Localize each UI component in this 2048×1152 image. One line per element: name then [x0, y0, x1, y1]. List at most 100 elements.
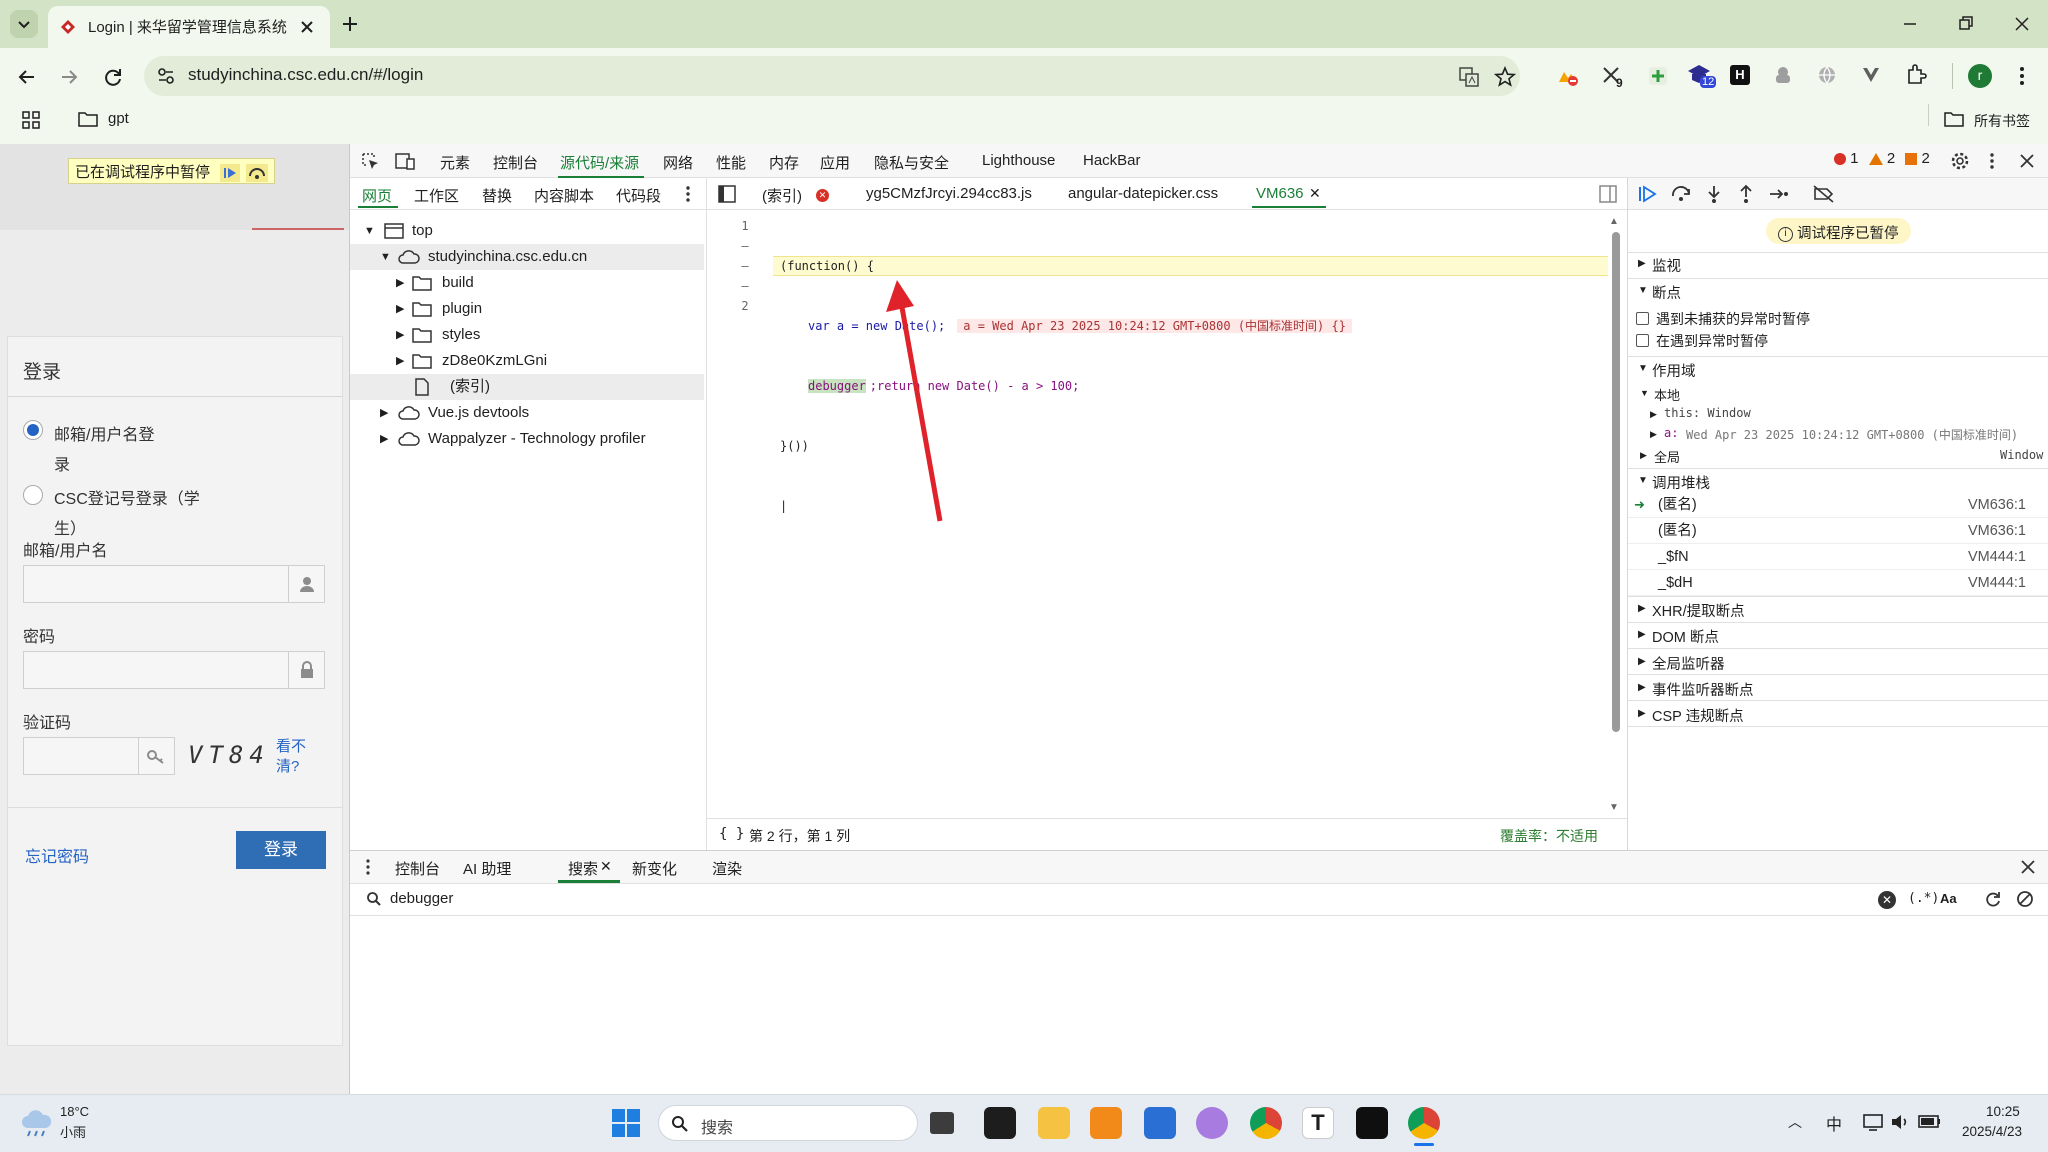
navigator-tab[interactable]: 内容脚本 — [534, 185, 594, 206]
issue-counters[interactable]: 1 2 2 — [1834, 150, 1930, 167]
tree-row-domain[interactable]: ▼ studyinchina.csc.edu.cn — [350, 244, 704, 270]
tab-search-button[interactable] — [10, 10, 38, 38]
case-sensitive-toggle[interactable]: Aa — [1940, 891, 1957, 906]
devtools-menu-icon[interactable] — [1984, 151, 2000, 171]
close-window-icon[interactable] — [2012, 14, 2032, 34]
drawer-menu-icon[interactable] — [362, 858, 374, 876]
new-tab-icon[interactable] — [340, 14, 360, 34]
terminal-app-icon[interactable] — [984, 1107, 1016, 1139]
deactivate-breakpoints-icon[interactable] — [1812, 184, 1836, 204]
step-over-icon[interactable] — [1670, 184, 1692, 204]
forward-icon[interactable] — [58, 66, 80, 88]
devtools-tab[interactable]: 源代码/来源 — [560, 152, 639, 173]
sublime-text-icon[interactable] — [1090, 1107, 1122, 1139]
address-bar[interactable]: studyinchina.csc.edu.cn/#/login — [144, 56, 1520, 96]
navigator-tab[interactable]: 代码段 — [616, 185, 661, 206]
terminal-green-icon[interactable] — [1356, 1107, 1388, 1139]
notepad-app-icon[interactable] — [1144, 1107, 1176, 1139]
navigator-tab[interactable]: 替换 — [482, 185, 512, 206]
file-tab[interactable]: VM636 — [1256, 185, 1304, 202]
section-event-listeners[interactable]: 事件监听器断点 — [1652, 679, 1754, 700]
refresh-search-icon[interactable] — [1984, 890, 2002, 908]
scroll-up-icon[interactable]: ▲ — [1609, 216, 1619, 227]
weather-desc[interactable]: 小雨 — [60, 1122, 86, 1141]
tree-row-index-file[interactable]: (索引) — [350, 374, 704, 400]
password-input[interactable] — [23, 651, 325, 689]
drawer-tab[interactable]: AI 助理 — [463, 858, 511, 879]
drawer-tab[interactable]: 渲染 — [712, 858, 742, 879]
navigator-tab[interactable]: 工作区 — [414, 185, 459, 206]
drawer-tab[interactable]: 控制台 — [395, 858, 440, 879]
coverage-status[interactable]: 覆盖率：不适用 — [1500, 826, 1598, 846]
captcha-refresh-link-2[interactable]: 清? — [276, 755, 299, 776]
clock-date[interactable]: 2025/4/23 — [1962, 1124, 2022, 1139]
step-into-icon[interactable] — [1704, 184, 1724, 204]
resume-script-icon[interactable] — [1636, 184, 1658, 204]
extension-puzzle-gray-icon[interactable] — [1772, 64, 1794, 86]
call-stack-frame[interactable]: _$fN VM444:1 — [1628, 544, 2048, 570]
extension-globe-icon[interactable] — [1816, 64, 1838, 86]
toggle-debugger-sidebar-icon[interactable] — [1598, 184, 1618, 204]
call-stack-frame[interactable]: ➜ (匿名) VM636:1 — [1628, 492, 2048, 518]
extension-v-icon[interactable] — [1860, 64, 1882, 86]
drawer-tab[interactable]: 搜索 — [568, 858, 598, 879]
tree-row-top[interactable]: ▼ top — [350, 218, 704, 244]
menu-kebab-icon[interactable] — [2012, 64, 2032, 88]
resume-button[interactable] — [220, 164, 241, 183]
devtools-tab[interactable]: 网络 — [663, 152, 693, 173]
pretty-print-icon[interactable]: { } — [719, 826, 744, 842]
radio-csc[interactable] — [23, 485, 43, 505]
tree-row-folder[interactable]: ▶ zD8e0KzmLGni — [350, 348, 704, 374]
scope-a-name[interactable]: a: — [1664, 426, 1678, 440]
scroll-down-icon[interactable]: ▼ — [1609, 802, 1619, 813]
call-stack-frame[interactable]: _$dH VM444:1 — [1628, 570, 2048, 596]
tree-row-folder[interactable]: ▶ plugin — [350, 296, 704, 322]
navigator-more-icon[interactable] — [680, 184, 696, 204]
settings-gear-icon[interactable] — [1950, 151, 1970, 171]
radio-email[interactable] — [23, 420, 43, 440]
show-hidden-icons[interactable]: ︿ — [1788, 1112, 1802, 1132]
device-toolbar-icon[interactable] — [394, 151, 416, 171]
network-icon[interactable] — [1862, 1112, 1884, 1132]
section-csp[interactable]: CSP 违规断点 — [1652, 705, 1744, 726]
devtools-tab[interactable]: 元素 — [440, 152, 470, 173]
browser-tab-active[interactable]: Login | 来华留学管理信息系统 — [48, 6, 330, 48]
all-bookmarks-button[interactable]: 所有书签 — [1944, 108, 2044, 132]
extension-scissors-icon[interactable]: 9 — [1600, 64, 1628, 92]
section-call-stack[interactable]: 调用堆栈 — [1652, 472, 1710, 493]
close-file-tab-icon[interactable]: ✕ — [1309, 185, 1321, 202]
tree-row-vue[interactable]: ▶ Vue.js devtools — [350, 400, 704, 426]
section-scope[interactable]: 作用域 — [1652, 360, 1696, 381]
tree-row-wappalyzer[interactable]: ▶ Wappalyzer - Technology profiler — [350, 426, 704, 452]
file-explorer-icon[interactable] — [1038, 1107, 1070, 1139]
section-watch[interactable]: 监视 — [1652, 255, 1681, 276]
clock-time[interactable]: 10:25 — [1986, 1104, 2020, 1119]
captcha-input[interactable] — [23, 737, 175, 775]
step-over-button[interactable] — [246, 164, 269, 183]
clear-results-icon[interactable] — [2016, 890, 2034, 908]
devtools-tab[interactable]: HackBar — [1083, 152, 1141, 169]
devtools-tab[interactable]: 性能 — [716, 152, 746, 173]
navigator-tab[interactable]: 网页 — [362, 185, 392, 206]
scope-global[interactable]: 全局 — [1654, 447, 1680, 466]
step-out-icon[interactable] — [1736, 184, 1756, 204]
taskbar-search-box[interactable]: 搜索 — [658, 1105, 918, 1141]
captcha-refresh-link[interactable]: 看不 — [276, 735, 306, 756]
scope-local[interactable]: 本地 — [1654, 385, 1680, 404]
drawer-tab[interactable]: 新变化 — [632, 858, 677, 879]
ime-indicator[interactable]: 中 — [1826, 1111, 1842, 1135]
extension-graduation-icon[interactable]: 12 — [1686, 62, 1717, 92]
search-query-input[interactable]: debugger — [390, 890, 453, 907]
close-tab-icon[interactable] — [298, 18, 316, 36]
devtools-tab[interactable]: 内存 — [769, 152, 799, 173]
devtools-tab[interactable]: 控制台 — [493, 152, 538, 173]
weather-cloud-rain-icon[interactable] — [20, 1108, 54, 1138]
battery-icon[interactable] — [1918, 1113, 1942, 1131]
tree-row-folder[interactable]: ▶ build — [350, 270, 704, 296]
login-button[interactable]: 登录 — [236, 831, 326, 869]
chrome-active-app-icon[interactable] — [1408, 1107, 1440, 1139]
extensions-puzzle-icon[interactable] — [1904, 63, 1928, 87]
bookmark-star-icon[interactable] — [1494, 66, 1516, 88]
step-icon[interactable] — [1768, 184, 1790, 204]
file-tab[interactable]: angular-datepicker.css — [1068, 185, 1218, 202]
